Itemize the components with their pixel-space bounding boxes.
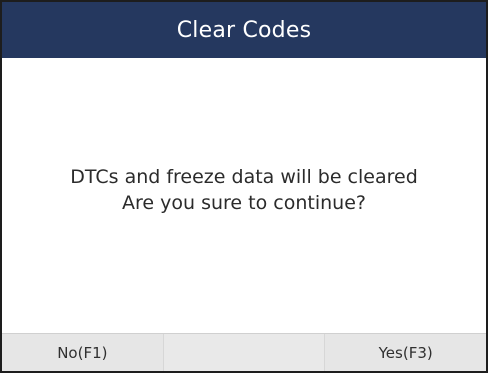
no-button[interactable]: No(F1) [2, 334, 163, 371]
empty-softkey [162, 334, 325, 371]
message-line-1: DTCs and freeze data will be cleared [70, 166, 418, 188]
yes-button-label: Yes(F3) [378, 343, 433, 362]
page-title: Clear Codes [176, 17, 312, 43]
scanner-screen: Clear Codes DTCs and freeze data will be… [0, 0, 488, 373]
softkey-bar: No(F1) Yes(F3) [2, 333, 486, 371]
no-button-label: No(F1) [57, 343, 108, 362]
yes-button[interactable]: Yes(F3) [324, 334, 486, 371]
title-bar: Clear Codes [2, 2, 486, 58]
confirmation-message: DTCs and freeze data will be cleared Are… [2, 164, 486, 216]
message-line-2: Are you sure to continue? [122, 192, 366, 214]
